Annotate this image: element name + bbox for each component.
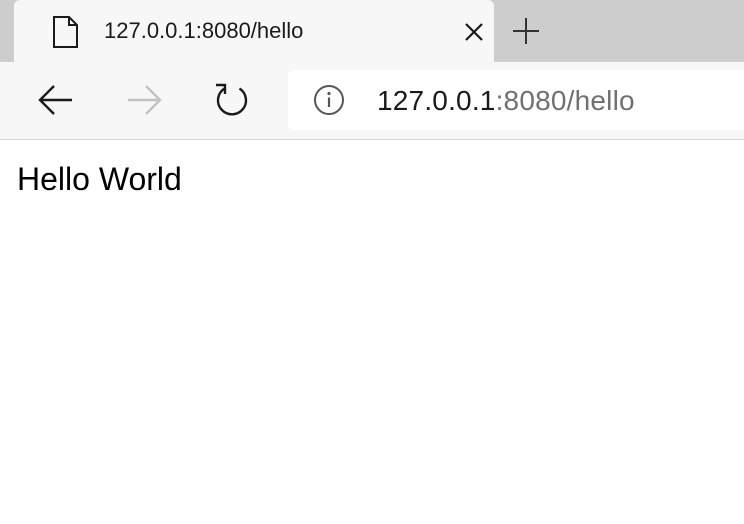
plus-icon[interactable] xyxy=(510,15,542,47)
refresh-icon[interactable] xyxy=(212,80,252,120)
url-text[interactable]: 127.0.0.1:8080/hello xyxy=(377,84,635,118)
tab-strip: 127.0.0.1:8080/hello xyxy=(0,0,744,62)
toolbar: 127.0.0.1:8080/hello xyxy=(0,62,744,140)
url-path: :8080/hello xyxy=(495,85,635,116)
tab-title: 127.0.0.1:8080/hello xyxy=(104,18,304,43)
tab-active[interactable]: 127.0.0.1:8080/hello xyxy=(14,0,494,62)
page-icon xyxy=(53,16,78,48)
url-host: 127.0.0.1 xyxy=(377,85,496,116)
browser-window: 127.0.0.1:8080/hello 127.0.0.1:8080/hell… xyxy=(0,0,744,524)
arrow-left-icon[interactable] xyxy=(36,80,76,120)
info-icon[interactable] xyxy=(312,83,346,117)
close-icon[interactable] xyxy=(462,20,486,44)
page-content: Hello World xyxy=(0,140,744,524)
arrow-right-icon[interactable] xyxy=(124,80,164,120)
page-body-text: Hello World xyxy=(17,161,182,197)
address-bar[interactable]: 127.0.0.1:8080/hello xyxy=(288,70,744,130)
